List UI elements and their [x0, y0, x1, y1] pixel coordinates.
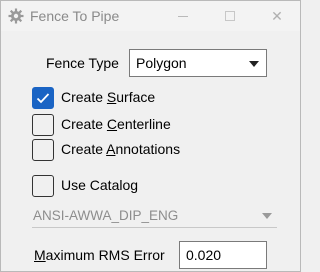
- create-annotations-checkbox[interactable]: [32, 139, 54, 161]
- app-gear-icon: [8, 8, 24, 24]
- window-title: Fence To Pipe: [30, 8, 120, 24]
- catalog-select: ANSI-AWWA_DIP_ENG: [32, 204, 277, 228]
- use-catalog-checkbox[interactable]: [32, 175, 54, 197]
- label-prefix: Create: [61, 141, 107, 157]
- checkmark-icon: [36, 93, 50, 104]
- close-button[interactable]: ✕: [254, 1, 300, 31]
- mnemonic-key: S: [106, 89, 117, 105]
- fence-type-value: Polygon: [136, 55, 187, 71]
- close-icon: ✕: [271, 7, 283, 24]
- minimize-button[interactable]: [160, 1, 206, 31]
- chevron-down-icon: [262, 213, 272, 219]
- max-rms-error-input[interactable]: [179, 241, 267, 269]
- label-suffix: nnotations: [115, 141, 181, 157]
- label-suffix: urface: [116, 89, 156, 105]
- label-suffix: enterline: [117, 116, 171, 132]
- mnemonic-key: C: [106, 116, 118, 132]
- use-catalog-label: Use Catalog: [61, 177, 139, 193]
- label-prefix: Create: [61, 89, 107, 105]
- create-surface-label: Create Surface: [61, 89, 155, 105]
- max-rms-error-label: Maximum RMS Error: [34, 247, 165, 263]
- label-suffix: aximum RMS Error: [45, 247, 165, 263]
- fence-to-pipe-dialog: Fence To Pipe ✕ Fence Type Polygon Creat…: [0, 0, 301, 272]
- mnemonic-key: M: [34, 247, 46, 263]
- create-surface-checkbox[interactable]: [32, 87, 54, 109]
- title-bar[interactable]: Fence To Pipe ✕: [1, 1, 300, 31]
- fence-type-label: Fence Type: [46, 55, 119, 71]
- maximize-button[interactable]: [207, 1, 253, 31]
- create-centerline-label: Create Centerline: [61, 116, 171, 132]
- create-centerline-checkbox[interactable]: [32, 114, 54, 136]
- create-annotations-label: Create Annotations: [61, 141, 180, 157]
- fence-type-select[interactable]: Polygon: [129, 49, 267, 77]
- catalog-value: ANSI-AWWA_DIP_ENG: [33, 208, 179, 223]
- chevron-down-icon: [249, 61, 259, 67]
- label-prefix: Create: [61, 116, 107, 132]
- minimize-icon: [178, 15, 188, 17]
- maximize-icon: [225, 11, 235, 21]
